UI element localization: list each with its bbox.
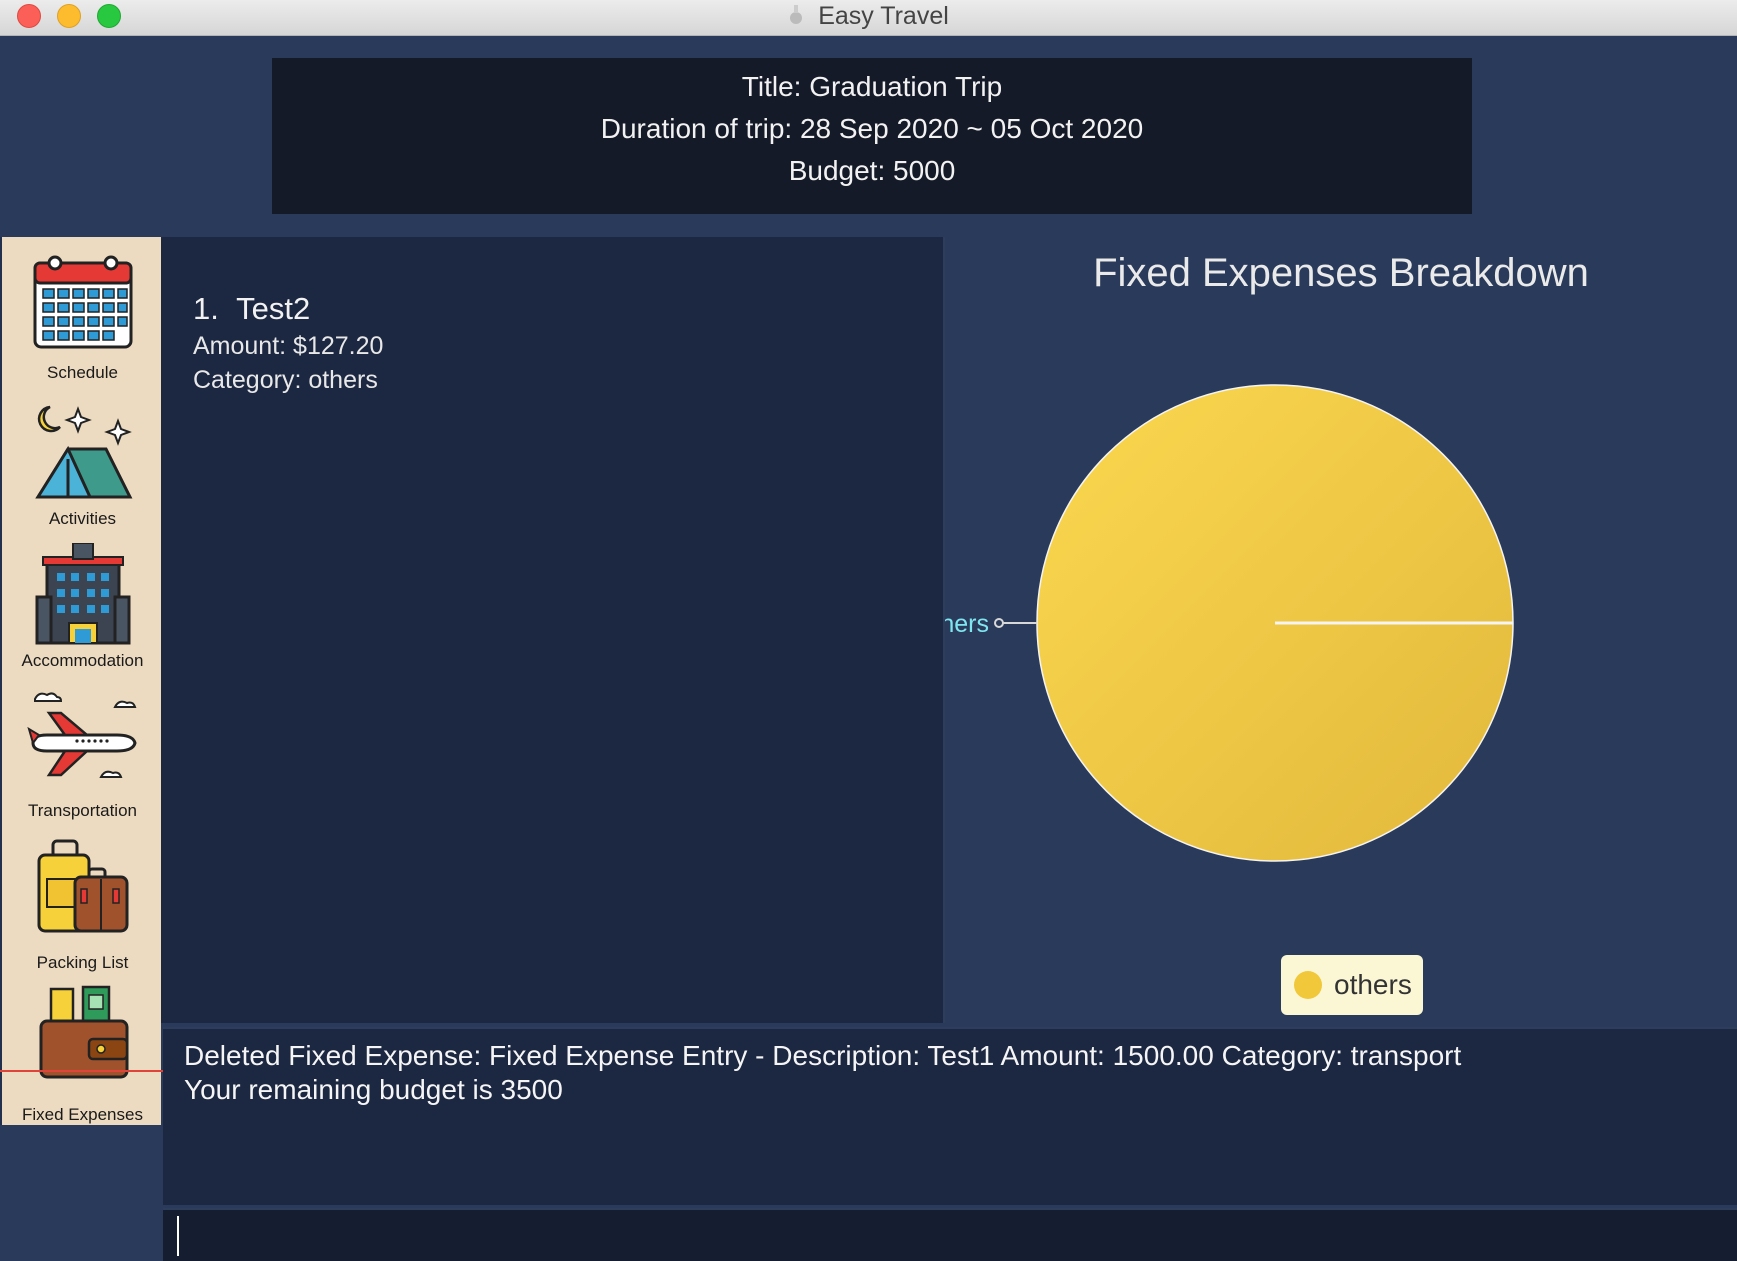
calendar-icon xyxy=(33,255,132,349)
hotel-icon xyxy=(35,543,130,645)
pointer-arrow xyxy=(0,1064,186,1078)
command-box xyxy=(163,1208,1737,1261)
sidebar-item-schedule[interactable]: Schedule xyxy=(2,253,163,401)
sidebar-item-fixed-expenses[interactable]: Fixed Expenses xyxy=(2,983,163,1131)
legend-label: others xyxy=(1334,969,1412,1000)
legend-swatch xyxy=(1294,971,1322,999)
luggage-icon xyxy=(37,839,128,933)
easy-travel-app-icon xyxy=(790,5,803,25)
expense-category: Category: others xyxy=(193,366,378,394)
sidebar-item-packing-list[interactable]: Packing List xyxy=(2,839,163,987)
airplane-icon xyxy=(26,692,137,778)
sidebar-item-label: Schedule xyxy=(47,363,118,382)
sidebar-item-transportation[interactable]: Transportation xyxy=(2,691,163,839)
pie-chart: others xyxy=(945,384,1514,862)
sidebar-item-label: Fixed Expenses xyxy=(22,1105,143,1124)
slice-label: others xyxy=(945,610,989,638)
trip-budget: Budget: 5000 xyxy=(788,155,956,186)
chart-title: Fixed Expenses Breakdown xyxy=(1093,251,1589,295)
trip-title: Title: Graduation Trip xyxy=(741,71,1003,102)
chart-panel: Fixed Expenses Breakdown others others xyxy=(945,237,1737,1023)
window-title: Easy Travel xyxy=(818,2,949,30)
sidebar: Schedule Activities Accommodation Transp… xyxy=(0,237,161,1125)
trip-header: Title: Graduation Trip Duration of trip:… xyxy=(272,58,1472,214)
window-titlebar: Easy Travel xyxy=(0,0,1737,36)
slice-label-dot xyxy=(994,618,1004,628)
fixed-expense-list[interactable]: 1. Test2 Amount: $127.20 Category: other… xyxy=(161,237,945,1023)
sidebar-item-activities[interactable]: Activities xyxy=(2,401,163,549)
sidebar-item-label: Activities xyxy=(48,509,117,528)
command-input[interactable] xyxy=(177,1216,1717,1256)
sidebar-item-label: Transportation xyxy=(28,801,137,820)
result-line-2: Your remaining budget is 3500 xyxy=(184,1074,563,1105)
expense-card[interactable]: 1. Test2 Amount: $127.20 Category: other… xyxy=(193,289,383,397)
expense-index: 1. xyxy=(193,291,219,326)
trip-duration: Duration of trip: 28 Sep 2020 ~ 05 Oct 2… xyxy=(600,113,1144,144)
expense-amount: Amount: $127.20 xyxy=(193,332,384,360)
tent-icon xyxy=(34,405,132,499)
expense-card-title: 1. Test2 xyxy=(193,289,383,329)
expense-name: Test2 xyxy=(236,291,311,326)
result-display: Deleted Fixed Expense: Fixed Expense Ent… xyxy=(163,1027,1737,1205)
window-title-area: Easy Travel xyxy=(0,0,1737,33)
sidebar-item-accommodation[interactable]: Accommodation xyxy=(2,543,163,691)
chart-legend: others xyxy=(1281,955,1423,1015)
sidebar-item-label: Accommodation xyxy=(21,651,144,670)
sidebar-item-label: Packing List xyxy=(36,953,129,972)
result-line-1: Deleted Fixed Expense: Fixed Expense Ent… xyxy=(184,1040,1462,1071)
